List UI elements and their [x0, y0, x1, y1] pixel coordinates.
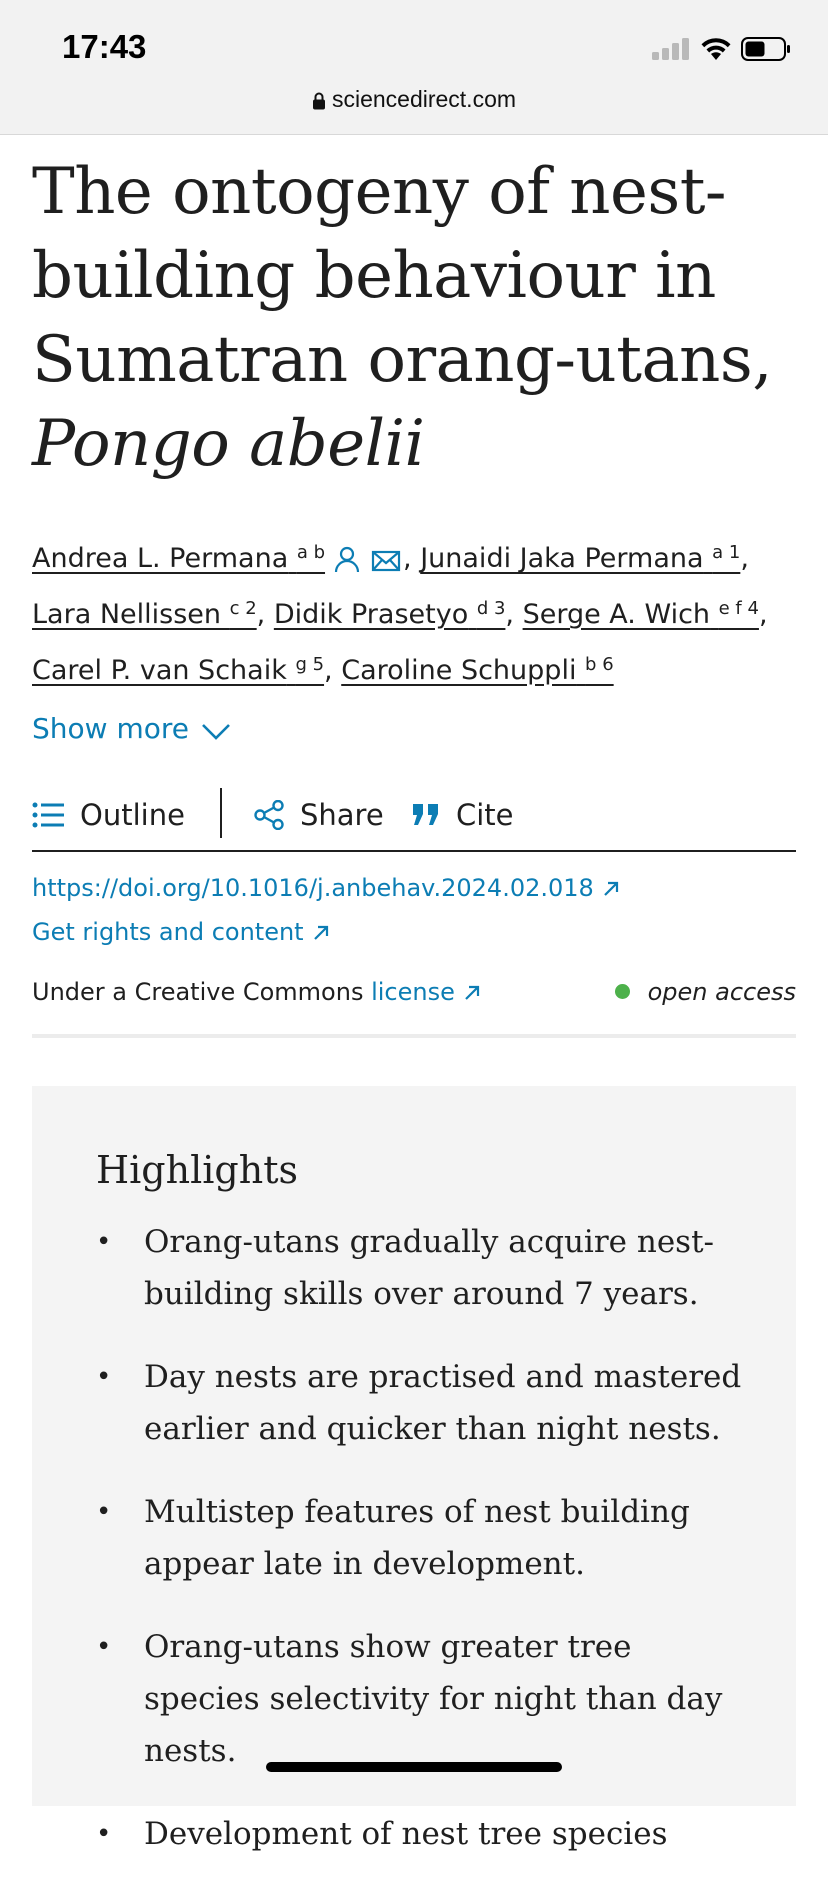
external-link-icon: [604, 881, 618, 896]
author-affiliation: a b: [296, 542, 326, 563]
address-bar[interactable]: sciencedirect.com: [0, 86, 828, 113]
status-bar: 17:43 sciencedirect.com: [0, 0, 828, 135]
author-affiliation: g 5: [295, 654, 325, 675]
highlight-item: Orang-utans show greater tree species se…: [96, 1621, 756, 1777]
article-toolbar: Outline Share Cite: [32, 784, 796, 852]
title-species: Pongo abelii: [32, 407, 425, 481]
toolbar-divider: [220, 788, 222, 838]
section-divider: [32, 1034, 796, 1038]
license-link[interactable]: license: [371, 978, 481, 1006]
share-label: Share: [300, 798, 384, 832]
url-text: sciencedirect.com: [331, 86, 517, 112]
email-icon[interactable]: [371, 549, 401, 573]
rights-text: Get rights and content: [32, 918, 304, 946]
title-line: building behaviour in: [32, 239, 716, 313]
rights-link[interactable]: Get rights and content: [32, 918, 330, 946]
author-affiliation: a 1: [712, 542, 741, 563]
lock-icon: [312, 92, 325, 110]
show-more-button[interactable]: Show more: [32, 712, 231, 745]
highlight-item: Development of nest tree species: [96, 1808, 756, 1860]
article-title: The ontogeny of nest- building behaviour…: [32, 150, 802, 486]
highlights-box: Highlights Orang-utans gradually acquire…: [32, 1086, 796, 1860]
external-link-icon: [465, 985, 479, 1000]
battery-icon: [741, 37, 791, 65]
show-more-label: Show more: [32, 712, 189, 745]
outline-label: Outline: [80, 798, 185, 832]
open-access-dot-icon: [614, 984, 630, 999]
open-access-badge: open access: [614, 978, 796, 1006]
home-indicator[interactable]: [266, 1762, 562, 1772]
author-affiliation: e f 4: [718, 598, 759, 619]
doi-link[interactable]: https://doi.org/10.1016/j.anbehav.2024.0…: [32, 874, 620, 902]
cellular-signal-icon: [652, 38, 690, 64]
quote-icon: [413, 804, 438, 825]
author-link[interactable]: Serge A. Wich e f 4: [523, 598, 759, 630]
cite-button[interactable]: Cite: [412, 792, 514, 838]
person-icon[interactable]: [333, 545, 361, 573]
open-access-label: open access: [647, 978, 796, 1006]
highlight-item: Orang-utans gradually acquire nest-build…: [96, 1216, 756, 1320]
author-link[interactable]: Didik Prasetyo d 3: [274, 598, 506, 630]
share-icon: [254, 800, 284, 830]
author-affiliation: c 2: [229, 598, 257, 619]
author-affiliation: b 6: [585, 654, 614, 675]
author-link[interactable]: Andrea L. Permana a b: [32, 542, 326, 574]
status-time: 17:43: [62, 28, 147, 65]
highlight-item: Multistep features of nest building appe…: [96, 1486, 756, 1590]
title-line: The ontogeny of nest-: [32, 155, 727, 229]
highlights-title: Highlights: [96, 1148, 298, 1192]
author-link[interactable]: Carel P. van Schaik g 5: [32, 654, 325, 686]
author-list: Andrea L. Permana a b, Junaidi Jaka Perm…: [32, 542, 768, 686]
outline-button[interactable]: Outline: [32, 792, 185, 838]
share-button[interactable]: Share: [254, 792, 384, 838]
license-row: Under a Creative Commons license open ac…: [32, 978, 796, 1006]
author-link[interactable]: Junaidi Jaka Permana a 1: [420, 542, 741, 574]
highlights-list: Orang-utans gradually acquire nest-build…: [96, 1216, 756, 1891]
external-link-icon: [313, 925, 328, 940]
author-link[interactable]: Lara Nellissen c 2: [32, 598, 257, 630]
highlight-item: Day nests are practised and mastered ear…: [96, 1351, 756, 1455]
author-link[interactable]: Caroline Schuppli b 6: [341, 654, 614, 686]
wifi-icon: [700, 35, 732, 65]
cite-label: Cite: [456, 798, 514, 832]
list-icon: [32, 802, 64, 828]
license-prefix: Under a Creative Commons: [32, 978, 364, 1006]
chevron-down-icon: [202, 724, 230, 740]
title-line: Sumatran orang-utans,: [32, 323, 773, 397]
doi-text: https://doi.org/10.1016/j.anbehav.2024.0…: [32, 874, 594, 902]
author-affiliation: d 3: [476, 598, 506, 619]
